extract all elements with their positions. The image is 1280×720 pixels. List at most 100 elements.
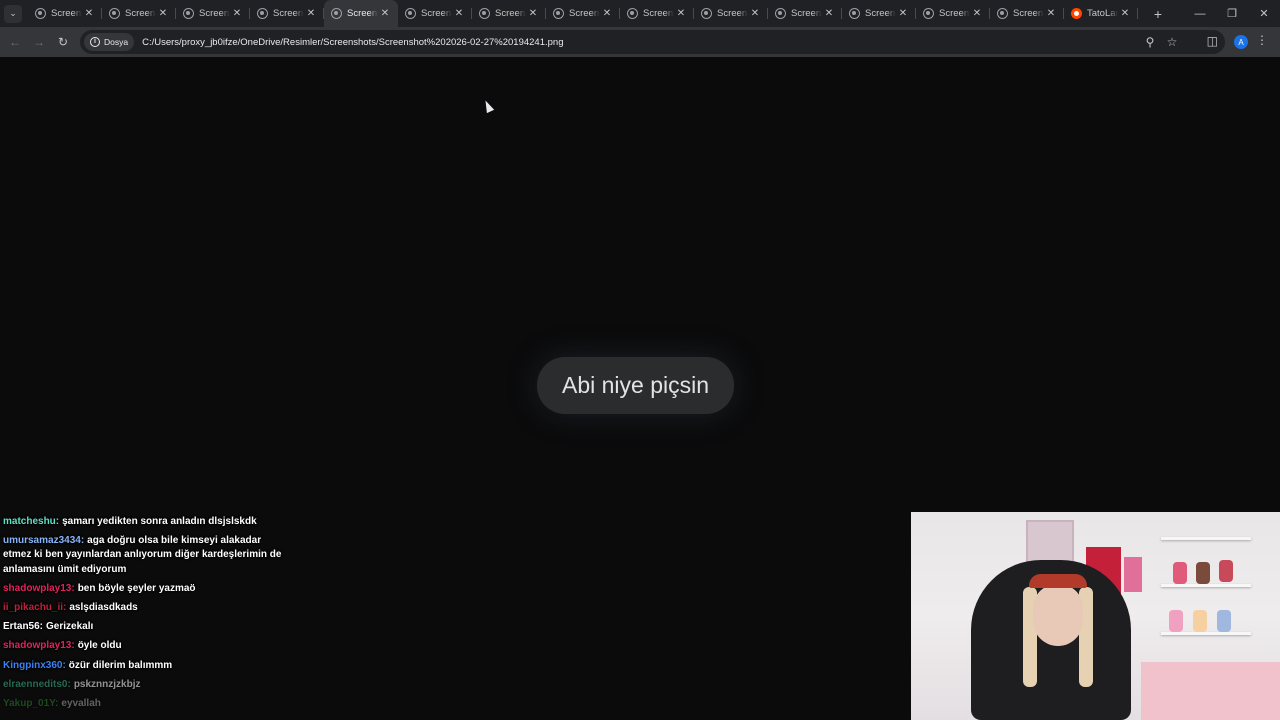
browser-tab[interactable]: Screenshot✕ (472, 0, 546, 27)
close-tab-icon[interactable]: ✕ (822, 8, 836, 19)
reddit-icon (1071, 8, 1082, 19)
browser-tab[interactable]: Screenshot✕ (620, 0, 694, 27)
close-tab-icon[interactable]: ✕ (526, 8, 540, 19)
browser-tab[interactable]: Screenshot✕ (916, 0, 990, 27)
globe-icon (257, 8, 268, 19)
browser-tab[interactable]: Screenshot✕ (176, 0, 250, 27)
browser-tab[interactable]: Screenshot✕ (102, 0, 176, 27)
globe-icon (775, 8, 786, 19)
figurine (1169, 610, 1183, 632)
globe-icon (479, 8, 490, 19)
figurine (1219, 560, 1233, 582)
wall-shelf (1161, 537, 1251, 540)
chat-text: özür dilerim balımmm (68, 659, 173, 671)
site-info-chip[interactable]: i Dosya (84, 33, 135, 51)
figurine (1193, 610, 1207, 632)
back-button[interactable]: ← (3, 30, 27, 54)
browser-tab[interactable]: Screenshot✕ (398, 0, 472, 27)
chat-username: Kingpinx360: (3, 659, 66, 671)
tab-title: Screenshot (717, 8, 748, 19)
address-bar[interactable]: i Dosya C:/Users/proxy_jb0ifze/OneDrive/… (80, 30, 1225, 54)
mouse-cursor-icon (481, 98, 495, 114)
forward-button[interactable]: → (27, 30, 51, 54)
minimize-button[interactable]: — (1184, 0, 1216, 27)
arrow-left-icon: ← (9, 35, 21, 49)
message-bubble: Abi niye piçsin (537, 357, 734, 414)
chat-text: şamarı yedikten sonra anladın dlsjslskdk (62, 516, 257, 527)
chat-message: Kingpinx360: özür dilerim balımmm (3, 659, 283, 673)
chat-text: Gerizekalı (46, 621, 94, 633)
browser-tab[interactable]: Screenshot✕ (694, 0, 768, 27)
browser-tab[interactable]: TatoLand✕ (1064, 0, 1138, 27)
streamer-headband (1029, 574, 1087, 588)
tab-title: Screenshot (1013, 8, 1044, 19)
browser-tab[interactable]: Screenshot✕ (842, 0, 916, 27)
reload-button[interactable]: ↻ (51, 30, 75, 54)
globe-icon (923, 8, 934, 19)
globe-icon (183, 8, 194, 19)
tab-search-button[interactable]: ⌄ (4, 4, 22, 23)
globe-icon (701, 8, 712, 19)
arrow-right-icon: → (33, 35, 45, 49)
desk (1141, 662, 1280, 720)
chat-message: umursamaz3434: aga doğru olsa bile kimsey… (3, 534, 283, 577)
chat-text: eyvallah (61, 698, 101, 710)
bookmark-star-icon[interactable]: ☆ (1161, 35, 1183, 49)
browser-tab[interactable]: Screenshot✕ (546, 0, 620, 27)
close-tab-icon[interactable]: ✕ (82, 8, 96, 19)
chat-username: umursamaz3434: (3, 535, 85, 547)
browser-tab[interactable]: Screenshot✕ (28, 0, 102, 27)
tab-strip: ⌄ Screenshot✕Screenshot✕Screenshot✕Scree… (0, 0, 1280, 27)
close-tab-icon[interactable]: ✕ (452, 8, 466, 19)
reload-icon: ↻ (57, 35, 69, 49)
close-tab-icon[interactable]: ✕ (156, 8, 170, 19)
browser-tab[interactable]: Screenshot✕ (324, 0, 398, 27)
wall-poster (1124, 557, 1142, 592)
close-tab-icon[interactable]: ✕ (970, 8, 984, 19)
chat-username: Ertan56: (3, 621, 44, 633)
close-tab-icon[interactable]: ✕ (1044, 8, 1058, 19)
browser-tab[interactable]: Screenshot✕ (768, 0, 842, 27)
globe-icon (405, 8, 416, 19)
new-tab-button[interactable]: + (1150, 6, 1166, 22)
close-tab-icon[interactable]: ✕ (674, 8, 688, 19)
restore-button[interactable]: ❐ (1216, 0, 1248, 27)
wall-shelf (1161, 632, 1251, 635)
zoom-icon[interactable]: ⚲ (1139, 35, 1161, 49)
figurine (1173, 562, 1187, 584)
chat-username: ii_pikachu_ii: (3, 602, 67, 614)
close-tab-icon[interactable]: ✕ (600, 8, 614, 19)
globe-icon (627, 8, 638, 19)
chat-message: ii_pikachu_ii: aslşdiasdkads (3, 601, 283, 615)
close-tab-icon[interactable]: ✕ (1118, 8, 1132, 19)
globe-icon (331, 8, 342, 19)
browser-tab[interactable]: Screenshot✕ (990, 0, 1064, 27)
tab-title: TatoLand (1087, 8, 1118, 19)
toolbar: ← → ↻ i Dosya C:/Users/proxy_jb0ifze/One… (0, 27, 1280, 57)
close-tab-icon[interactable]: ✕ (304, 8, 318, 19)
browser-tab[interactable]: Screenshot✕ (250, 0, 324, 27)
close-tab-icon[interactable]: ✕ (896, 8, 910, 19)
close-tab-icon[interactable]: ✕ (230, 8, 244, 19)
chat-text: aslşdiasdkads (69, 602, 138, 614)
profile-avatar[interactable]: A (1234, 35, 1248, 49)
close-tab-icon[interactable]: ✕ (378, 8, 392, 19)
profile-initial: A (1238, 37, 1244, 47)
tab-title: Screenshot (643, 8, 674, 19)
globe-icon (35, 8, 46, 19)
close-tab-icon[interactable]: ✕ (748, 8, 762, 19)
tab-title: Screenshot (125, 8, 156, 19)
figurine (1217, 610, 1231, 632)
url-text[interactable]: C:/Users/proxy_jb0ifze/OneDrive/Resimler… (142, 37, 563, 48)
close-window-button[interactable]: ✕ (1248, 0, 1280, 27)
site-info-label: Dosya (104, 37, 129, 47)
tab-title: Screenshot (569, 8, 600, 19)
chat-message: Yakup_01Y: eyvallah (3, 697, 283, 711)
tab-title: Screenshot (495, 8, 526, 19)
chat-username: elraennedits0: (3, 678, 71, 690)
more-menu-icon[interactable]: ⋮ (1256, 33, 1268, 47)
chat-username: shadowplay13: (3, 582, 75, 594)
extensions-icon[interactable]: ◫ (1207, 34, 1218, 48)
chat-message: Ertan56: Gerizekalı (3, 620, 283, 634)
globe-icon (109, 8, 120, 19)
